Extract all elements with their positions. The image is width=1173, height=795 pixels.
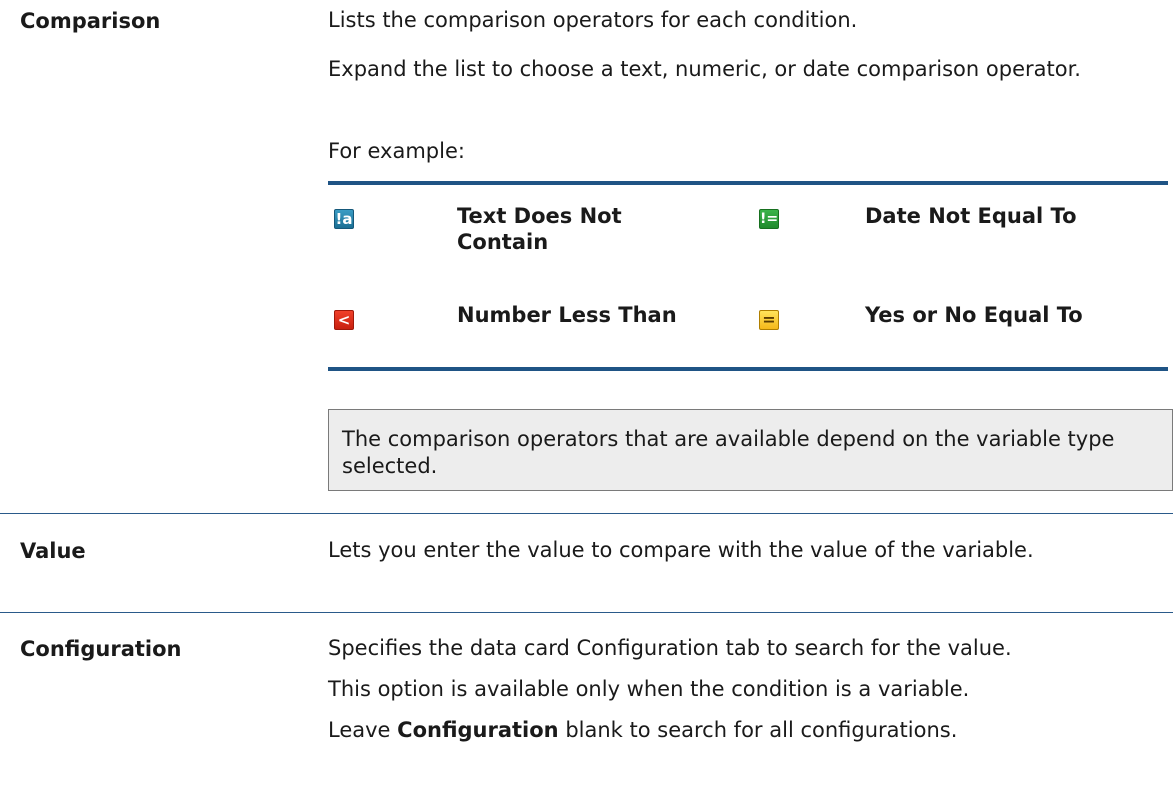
row-separator	[0, 513, 1173, 514]
configuration-para-2: This option is available only when the c…	[328, 677, 970, 701]
comparison-description: Lists the comparison operators for each …	[328, 7, 1168, 34]
configuration-bold-term: Configuration	[397, 718, 559, 742]
configuration-description-3: Leave Configuration blank to search for …	[328, 717, 1173, 744]
term-value: Value	[20, 539, 86, 563]
value-para-1: Lets you enter the value to compare with…	[328, 538, 1034, 562]
date-not-equal-icon: !=	[759, 209, 779, 229]
leave-suffix: blank to search for all configurations.	[558, 718, 958, 742]
comparison-para-1: Lists the comparison operators for each …	[328, 8, 858, 32]
term-comparison: Comparison	[20, 9, 161, 33]
operator-label-text-not-contain: Text Does Not Contain	[457, 204, 622, 254]
comparison-description-3: For example:	[328, 138, 1168, 165]
note-box: The comparison operators that are availa…	[328, 409, 1173, 491]
operator-label-yes-no-equal: Yes or No Equal To	[865, 303, 1083, 327]
text-not-contain-icon: !a	[334, 209, 354, 229]
configuration-description-2: This option is available only when the c…	[328, 676, 1173, 703]
term-configuration: Configuration	[20, 637, 182, 661]
comparison-para-2: Expand the list to choose a text, numeri…	[328, 57, 1081, 81]
configuration-para-3: Leave Configuration blank to search for …	[328, 717, 1173, 744]
comparison-description-2: Expand the list to choose a text, numeri…	[328, 56, 1168, 83]
comparison-para-3: For example:	[328, 139, 465, 163]
configuration-description: Specifies the data card Configuration ta…	[328, 635, 1173, 662]
leave-prefix: Leave	[328, 718, 398, 742]
number-less-than-icon: <	[334, 310, 354, 330]
operator-table: !a Text Does Not Contain != Date Not Equ…	[328, 181, 1168, 371]
value-description: Lets you enter the value to compare with…	[328, 537, 1128, 564]
row-separator	[0, 612, 1173, 613]
yes-no-equal-icon: =	[759, 310, 779, 330]
operator-label-date-not-equal: Date Not Equal To	[865, 204, 1077, 228]
operator-label-number-less-than: Number Less Than	[457, 303, 677, 327]
configuration-para-1: Specifies the data card Configuration ta…	[328, 636, 1012, 660]
